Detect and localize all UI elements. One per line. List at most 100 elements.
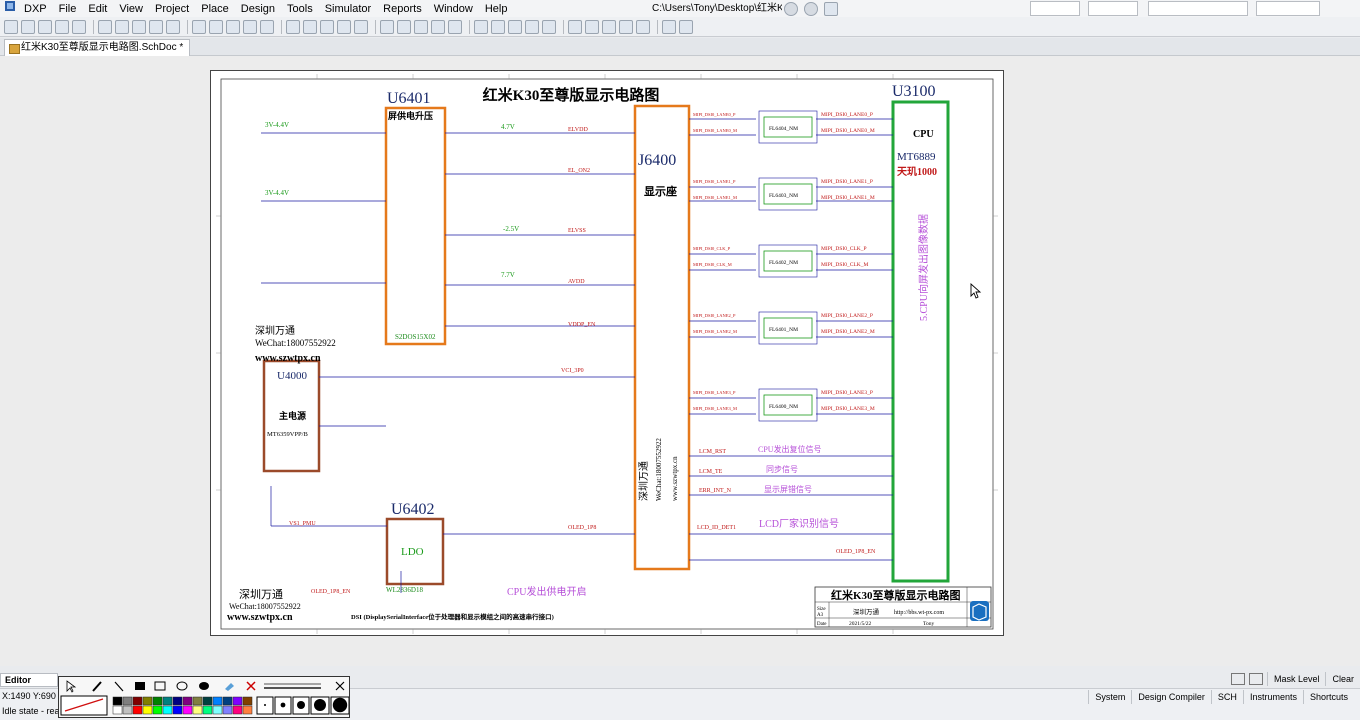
panel-tab-instruments[interactable]: Instruments	[1242, 690, 1303, 704]
toolbar-button[interactable]	[286, 19, 300, 34]
toolbar-button[interactable]	[132, 19, 146, 34]
color-swatch[interactable]	[112, 705, 123, 715]
menu-tools[interactable]: Tools	[281, 1, 319, 17]
toolbar-button[interactable]	[431, 19, 445, 34]
color-swatch[interactable]	[152, 705, 163, 715]
panel-tab-sch[interactable]: SCH	[1210, 690, 1243, 704]
toolbar-button[interactable]	[602, 19, 616, 34]
panel-tab-shortcuts[interactable]: Shortcuts	[1302, 690, 1354, 704]
menu-simulator[interactable]: Simulator	[319, 1, 377, 17]
toolbar-button[interactable]	[192, 19, 206, 34]
toolbar-button[interactable]	[21, 19, 35, 34]
toolbar-button[interactable]	[397, 19, 411, 34]
color-swatch[interactable]	[232, 696, 243, 706]
toolbar-button[interactable]	[337, 19, 351, 34]
color-swatch[interactable]	[142, 696, 153, 706]
toolbar-button[interactable]	[491, 19, 505, 34]
toolbar-button[interactable]	[414, 19, 428, 34]
mask-filter-icon[interactable]	[1248, 673, 1263, 685]
toolbar-combo-2[interactable]	[1088, 1, 1138, 16]
color-swatch[interactable]	[242, 705, 253, 715]
toolbar-button[interactable]	[226, 19, 240, 34]
eraser-tool-icon[interactable]	[225, 683, 234, 691]
schematic-sheet[interactable]: 红米K30至尊版显示电路图 U6401 U3100 J6400 U6402 屏供…	[210, 70, 1004, 636]
toolbar-button[interactable]	[619, 19, 633, 34]
ellipse-tool-icon[interactable]	[176, 681, 188, 691]
close-toolbar-icon[interactable]	[335, 681, 345, 691]
brush-size-1[interactable]	[264, 704, 266, 706]
clear-tool-icon[interactable]	[246, 681, 256, 691]
filled-rect-tool-icon[interactable]	[135, 682, 145, 690]
nav-home-icon[interactable]	[824, 2, 838, 16]
color-swatch[interactable]	[152, 696, 163, 706]
toolbar-button[interactable]	[525, 19, 539, 34]
toolbar-button[interactable]	[585, 19, 599, 34]
toolbar-button[interactable]	[38, 19, 52, 34]
mask-level-button[interactable]: Mask Level	[1266, 672, 1326, 686]
toolbar-combo-1[interactable]	[1030, 1, 1080, 16]
toolbar-button[interactable]	[209, 19, 223, 34]
dxp-logo-icon[interactable]	[0, 0, 18, 17]
menu-dxp[interactable]: DXP	[18, 1, 53, 17]
menu-design[interactable]: Design	[235, 1, 281, 17]
toolbar-button[interactable]	[354, 19, 368, 34]
color-swatch[interactable]	[232, 705, 243, 715]
color-swatch[interactable]	[202, 696, 213, 706]
color-swatch[interactable]	[142, 705, 153, 715]
color-swatch[interactable]	[212, 705, 223, 715]
color-swatch[interactable]	[182, 705, 193, 715]
color-swatch[interactable]	[132, 696, 143, 706]
schematic-canvas[interactable]: 红米K30至尊版显示电路图 U6401 U3100 J6400 U6402 屏供…	[211, 71, 1003, 635]
panel-tab-design-compiler[interactable]: Design Compiler	[1131, 690, 1211, 704]
color-swatch[interactable]	[182, 696, 193, 706]
brush-size-3[interactable]	[297, 701, 305, 709]
document-path[interactable]: C:\Users\Tony\Desktop\红米K3	[652, 2, 782, 16]
rect-tool-icon[interactable]	[154, 681, 166, 691]
toolbar-combo-4[interactable]	[1256, 1, 1320, 16]
color-swatch[interactable]	[192, 705, 203, 715]
toolbar-button[interactable]	[115, 19, 129, 34]
toolbar-button[interactable]	[260, 19, 274, 34]
toolbar-button[interactable]	[243, 19, 257, 34]
color-swatch[interactable]	[162, 705, 173, 715]
toolbar-button[interactable]	[303, 19, 317, 34]
toolbar-combo-3[interactable]	[1148, 1, 1248, 16]
toolbar-button[interactable]	[474, 19, 488, 34]
color-swatch[interactable]	[212, 696, 223, 706]
clear-button[interactable]: Clear	[1325, 672, 1360, 686]
menu-reports[interactable]: Reports	[377, 1, 428, 17]
color-swatch[interactable]	[132, 705, 143, 715]
select-tool-icon[interactable]	[66, 680, 77, 693]
line-tool-icon[interactable]	[114, 681, 124, 692]
color-swatch[interactable]	[162, 696, 173, 706]
color-swatch[interactable]	[202, 705, 213, 715]
menu-window[interactable]: Window	[428, 1, 479, 17]
toolbar-button[interactable]	[636, 19, 650, 34]
toolbar-button[interactable]	[380, 19, 394, 34]
toolbar-button[interactable]	[72, 19, 86, 34]
toolbar-button[interactable]	[508, 19, 522, 34]
toolbar-button[interactable]	[4, 19, 18, 34]
toolbar-button[interactable]	[542, 19, 556, 34]
menu-file[interactable]: File	[53, 1, 83, 17]
color-swatch[interactable]	[192, 696, 203, 706]
color-swatch[interactable]	[242, 696, 253, 706]
color-swatch[interactable]	[222, 705, 233, 715]
color-swatch[interactable]	[222, 696, 233, 706]
toolbar-button[interactable]	[98, 19, 112, 34]
menu-project[interactable]: Project	[149, 1, 195, 17]
toolbar-button[interactable]	[166, 19, 180, 34]
brush-size-5[interactable]	[332, 697, 348, 713]
nav-back-icon[interactable]	[784, 2, 798, 16]
color-swatch[interactable]	[112, 696, 123, 706]
nav-forward-icon[interactable]	[804, 2, 818, 16]
menu-place[interactable]: Place	[195, 1, 235, 17]
toolbar-button[interactable]	[568, 19, 582, 34]
document-tab[interactable]: 红米K30至尊版显示电路图.SchDoc *	[4, 39, 191, 56]
menu-view[interactable]: View	[113, 1, 149, 17]
menu-help[interactable]: Help	[479, 1, 514, 17]
toolbar-button[interactable]	[448, 19, 462, 34]
brush-size-4[interactable]	[314, 699, 326, 711]
toolbar-button[interactable]	[679, 19, 693, 34]
toolbar-button[interactable]	[149, 19, 163, 34]
